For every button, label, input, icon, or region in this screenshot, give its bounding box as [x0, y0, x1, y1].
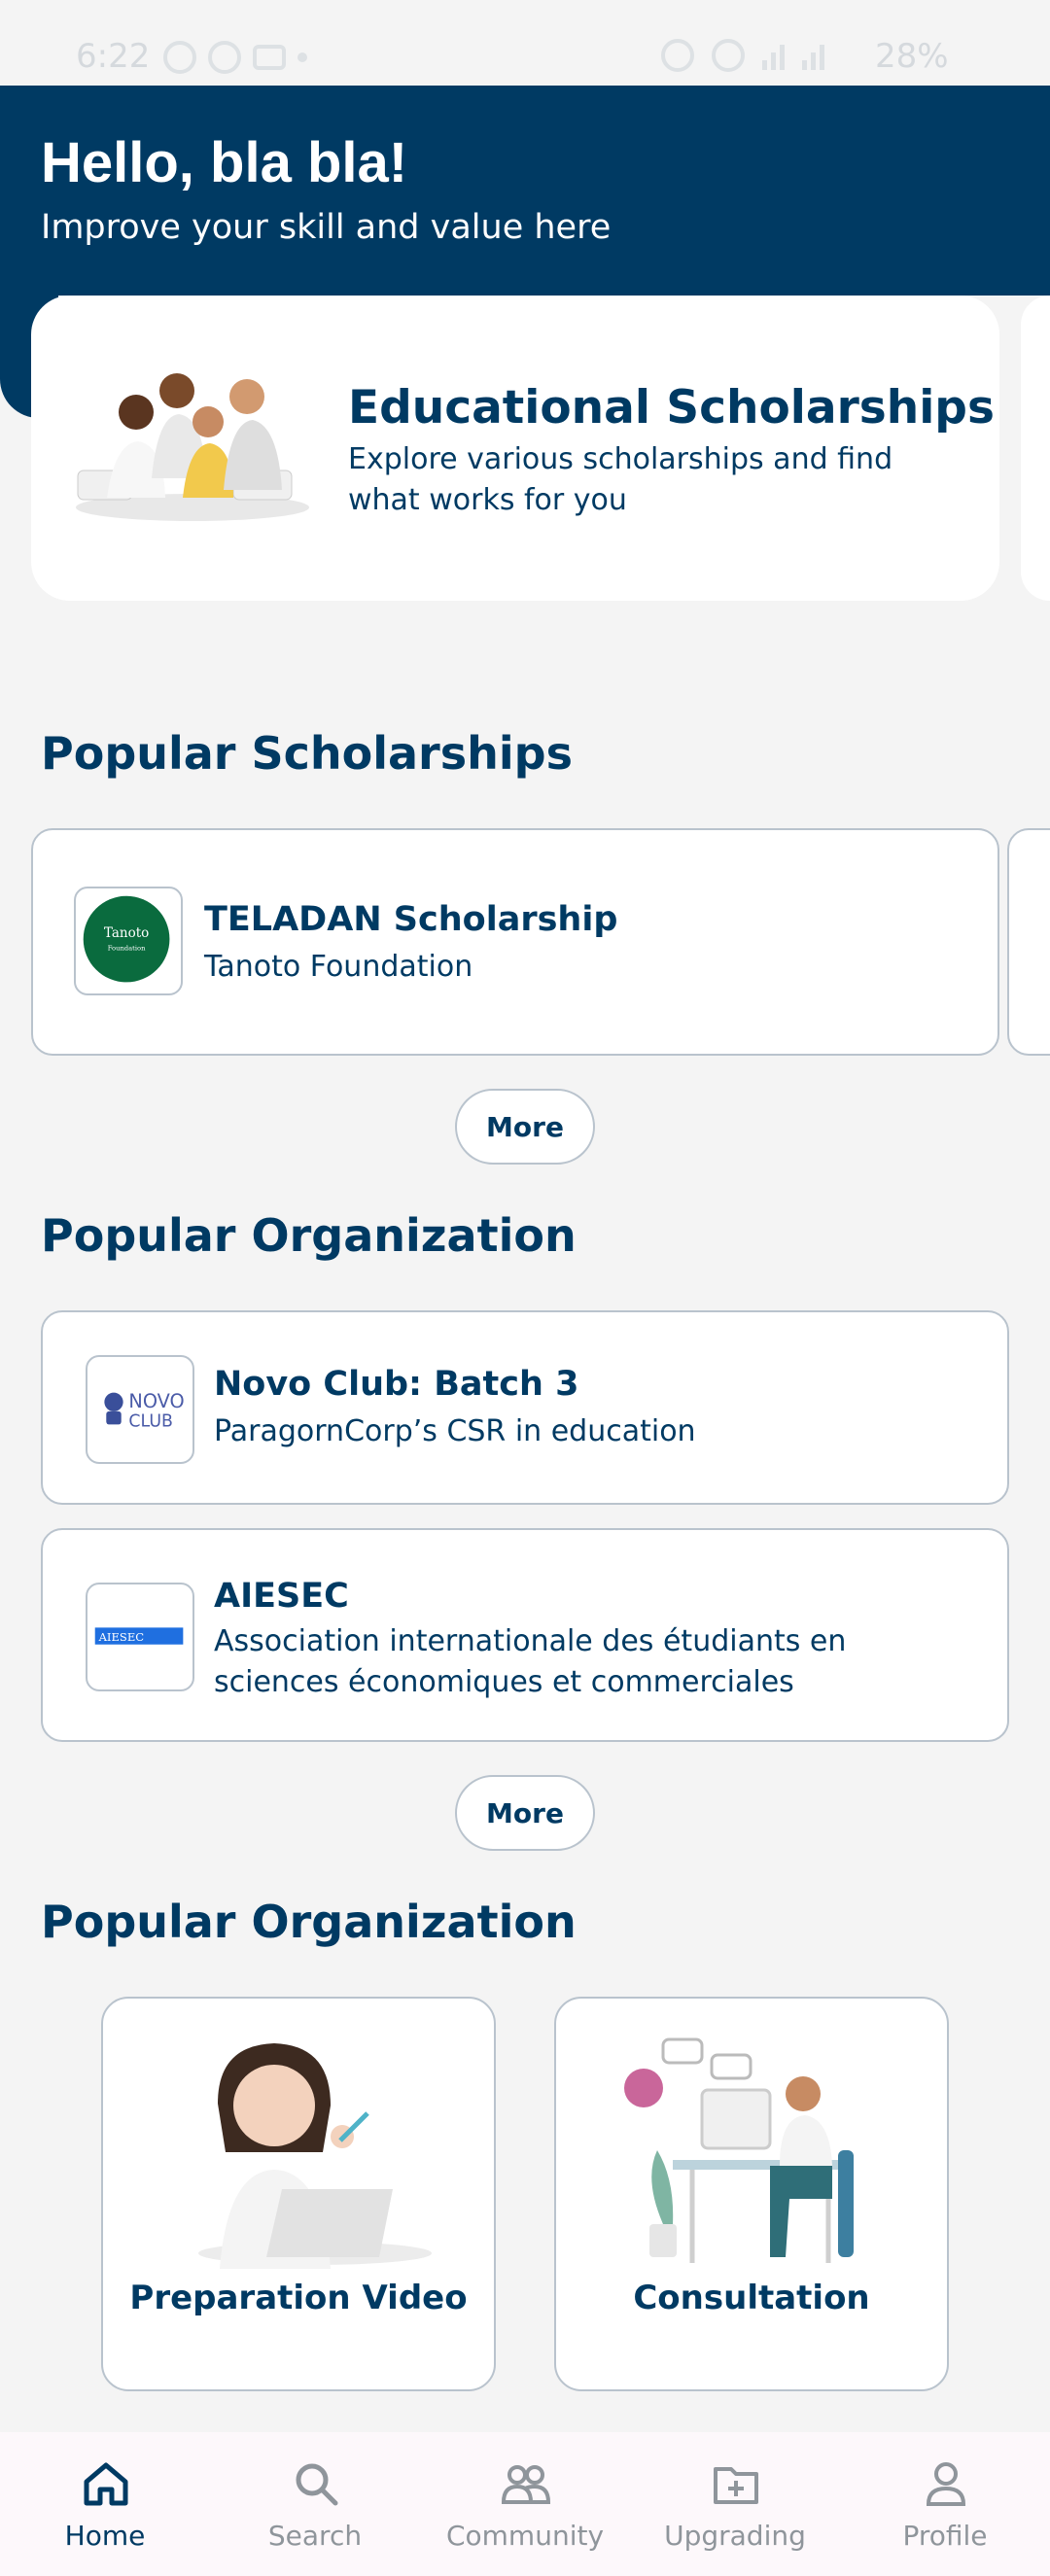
popular-organization-title: Popular Organization — [41, 1209, 577, 1262]
nav-home-label: Home — [64, 2520, 146, 2552]
feature-card-title: Educational Scholarships — [348, 381, 995, 435]
svg-text:Tanoto: Tanoto — [104, 925, 149, 941]
home-icon — [84, 2462, 128, 2506]
wifi-icon — [712, 39, 745, 72]
status-system-icons — [661, 39, 824, 72]
nav-home[interactable]: Home — [0, 2432, 210, 2576]
consultation-illustration — [624, 2037, 854, 2263]
search-icon — [296, 2463, 338, 2506]
alarm-small-icon — [661, 39, 694, 72]
feature-card-description: Explore various scholarships and find wh… — [348, 442, 893, 517]
scholarship-provider: Tanoto Foundation — [204, 950, 473, 984]
nav-upgrading-label: Upgrading — [664, 2520, 806, 2552]
novo-club-logo: NOVO CLUB — [86, 1355, 194, 1464]
status-time: 6:22 — [76, 37, 151, 76]
services-section-title: Popular Organization — [41, 1896, 577, 1948]
scholarship-name: TELADAN Scholarship — [204, 900, 618, 939]
nav-profile-label: Profile — [902, 2520, 988, 2552]
nav-search-label: Search — [267, 2520, 363, 2552]
folder-plus-icon — [714, 2467, 758, 2504]
organization-name: AIESEC — [214, 1577, 349, 1616]
more-notifications-icon — [298, 52, 307, 62]
svg-text:Foundation: Foundation — [108, 945, 146, 953]
alarm-icon — [208, 41, 241, 74]
signal-icon — [762, 41, 785, 70]
aiesec-logo: AIESEC — [86, 1583, 194, 1691]
tanoto-logo: Tanoto Foundation — [74, 887, 183, 995]
consultation-tile[interactable]: Consultation — [554, 1997, 949, 2391]
svg-text:AIESEC: AIESEC — [98, 1630, 145, 1644]
bottom-navigation: Home Search Community Upgrading Profile — [0, 2432, 1050, 2576]
preparation-video-illustration — [198, 2043, 432, 2269]
popular-scholarships-title: Popular Scholarships — [41, 727, 573, 780]
organization-name: Novo Club: Batch 3 — [214, 1365, 579, 1404]
lte-signal-icon — [802, 41, 824, 70]
dnd-icon — [163, 41, 196, 74]
status-notification-icons — [163, 41, 307, 74]
nav-community[interactable]: Community — [420, 2432, 630, 2576]
organization-card-aiesec[interactable]: AIESEC AIESEC Association internationale… — [41, 1528, 1009, 1742]
organization-description: ParagornCorp’s CSR in education — [214, 1414, 696, 1448]
next-feature-card[interactable] — [1021, 296, 1050, 601]
scholarship-card[interactable]: Tanoto Foundation TELADAN Scholarship Ta… — [31, 828, 999, 1056]
greeting-title: Hello, bla bla! — [41, 131, 408, 194]
greeting-subtitle: Improve your skill and value here — [41, 208, 612, 247]
preparation-video-label: Preparation Video — [129, 2279, 468, 2317]
battery-level: 28% — [875, 37, 949, 76]
nav-profile[interactable]: Profile — [840, 2432, 1050, 2576]
consultation-label: Consultation — [633, 2279, 870, 2317]
svg-text:NOVO: NOVO — [128, 1390, 184, 1412]
next-scholarship-card[interactable] — [1007, 828, 1050, 1056]
nav-community-label: Community — [445, 2520, 605, 2552]
preparation-video-tile[interactable]: Preparation Video — [101, 1997, 496, 2391]
organization-description: Association internationale des étudiants… — [214, 1624, 847, 1699]
profile-icon — [926, 2462, 966, 2506]
nav-upgrading[interactable]: Upgrading — [630, 2432, 840, 2576]
nav-search[interactable]: Search — [210, 2432, 420, 2576]
community-icon — [502, 2465, 550, 2504]
organization-card-novo[interactable]: NOVO CLUB Novo Club: Batch 3 ParagornCor… — [41, 1310, 1009, 1505]
status-bar: 6:22 28% — [0, 0, 1050, 86]
media-icon — [253, 45, 286, 70]
svg-text:CLUB: CLUB — [128, 1411, 173, 1431]
organizations-more-button[interactable]: More — [455, 1775, 595, 1851]
students-illustration — [76, 373, 309, 521]
scholarships-more-button[interactable]: More — [455, 1089, 595, 1165]
